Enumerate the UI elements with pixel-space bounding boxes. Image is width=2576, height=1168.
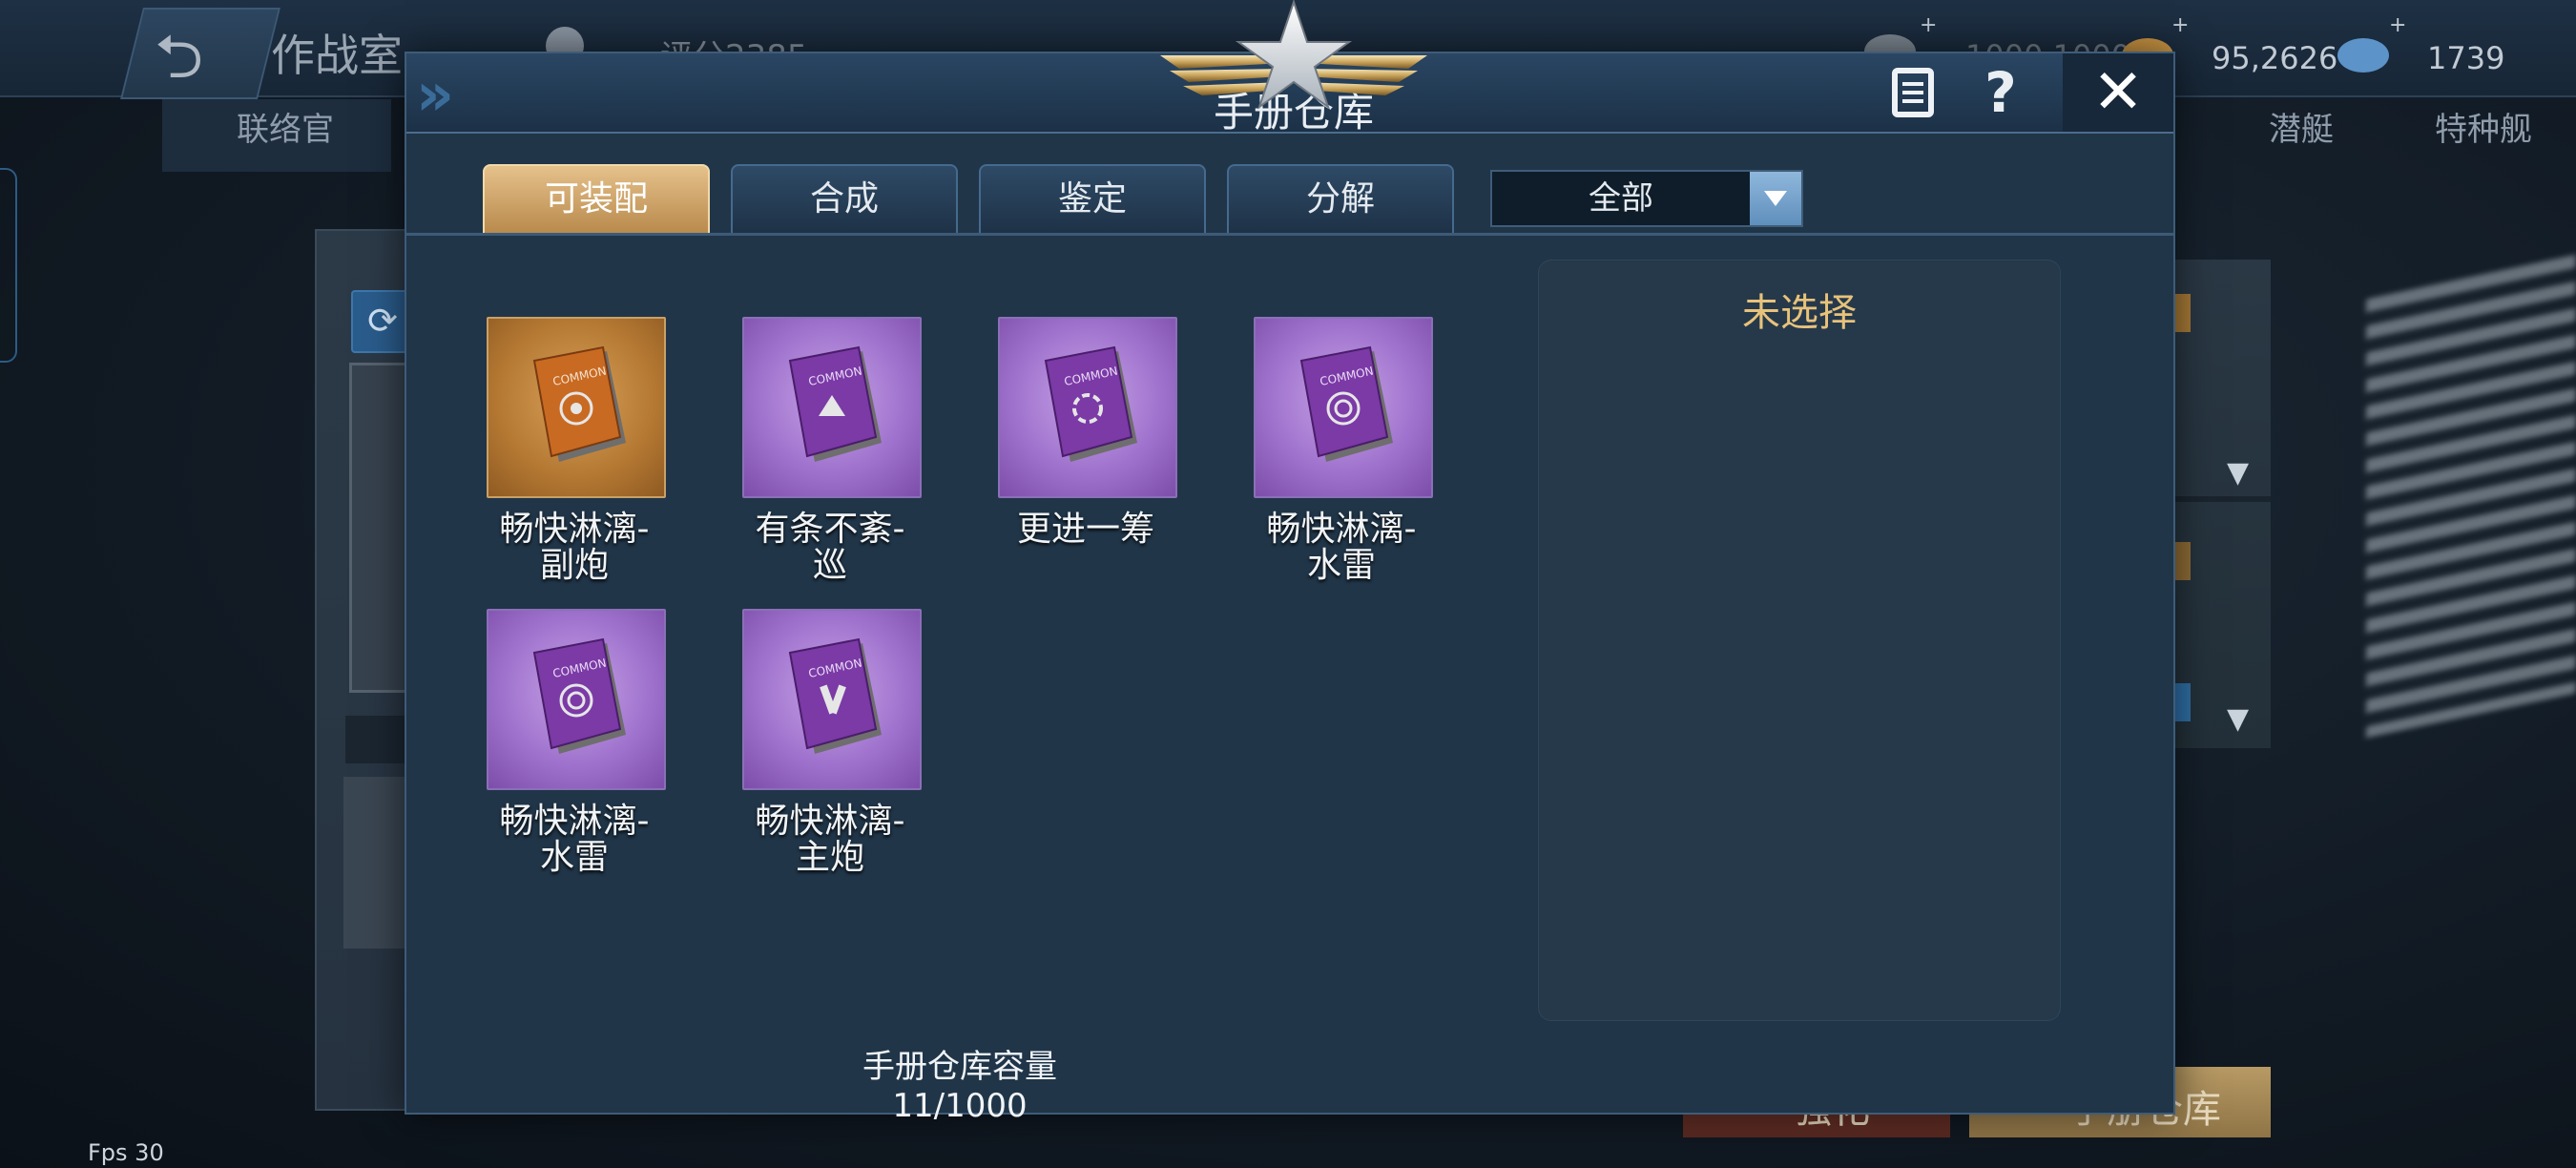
manual-item[interactable]: COMMON 畅快淋漓- 副炮 <box>469 317 679 603</box>
item-detail-panel: 未选择 <box>1538 260 2061 1021</box>
detail-title: 未选择 <box>1742 291 1857 335</box>
item-name: 更进一筹 <box>1016 510 1154 549</box>
item-name: 畅快淋漓- 水雷 <box>469 803 679 876</box>
manual-warehouse-dialog: » 手册仓库 ? ✕ 可装配 合成 鉴定 分解 全部 COMMON 畅快淋漓- … <box>405 0 2175 1125</box>
book-icon: COMMON <box>532 345 626 462</box>
star-emblem-icon <box>1160 0 1427 110</box>
item-thumbnail[interactable]: COMMON <box>487 317 666 498</box>
manual-item[interactable]: COMMON 更进一筹 <box>981 317 1191 603</box>
tab-equippable-active[interactable]: 可装配 <box>483 164 710 233</box>
subnav-special-ship[interactable]: 特种舰 <box>2435 103 2532 170</box>
item-name-line2: 水雷 <box>1306 546 1376 585</box>
window-blinds-light <box>2366 254 2576 739</box>
item-name-line1: 畅快淋漓- <box>499 510 650 549</box>
item-thumbnail[interactable]: COMMON <box>998 317 1177 498</box>
item-thumbnail[interactable]: COMMON <box>487 609 666 790</box>
chevron-down-icon[interactable] <box>1750 172 1801 225</box>
add-coin-button[interactable]: + <box>2171 13 2189 37</box>
cloud-gem-icon <box>2337 38 2389 73</box>
list-icon[interactable] <box>1885 63 1944 122</box>
add-gem-button[interactable]: + <box>2389 13 2406 37</box>
book-icon: COMMON <box>1299 345 1393 462</box>
side-handle[interactable] <box>0 168 17 363</box>
add-oil-button[interactable]: + <box>1920 13 1937 37</box>
background-divider <box>2170 496 2271 502</box>
page-title: 作战室 <box>271 30 403 81</box>
item-name-line2: 副炮 <box>539 546 609 585</box>
filter-value: 全部 <box>1589 179 1653 218</box>
background-panel-right <box>2170 260 2271 748</box>
book-icon: COMMON <box>788 345 882 462</box>
chevron-right-icon: » <box>416 59 454 129</box>
tab-synthesize[interactable]: 合成 <box>731 164 958 233</box>
filter-dropdown[interactable]: 全部 <box>1490 170 1803 227</box>
fps-counter: Fps 30 <box>88 1139 164 1166</box>
tab-divider <box>406 233 2173 236</box>
item-name-line2: 主炮 <box>795 838 864 877</box>
tab-label: 合成 <box>809 179 879 219</box>
tab-identify[interactable]: 鉴定 <box>979 164 1206 233</box>
item-name: 有条不紊- 巡 <box>725 511 935 584</box>
manual-item[interactable]: COMMON 畅快淋漓- 水雷 <box>1236 317 1446 603</box>
tab-decompose[interactable]: 分解 <box>1227 164 1454 233</box>
book-icon: COMMON <box>788 637 882 754</box>
item-name-line2: 巡 <box>812 546 847 585</box>
book-icon: COMMON <box>532 637 626 754</box>
subnav-liaison[interactable]: 联络官 <box>237 103 334 170</box>
chevron-down-icon[interactable]: ▼ <box>2227 702 2249 736</box>
item-thumbnail[interactable]: COMMON <box>742 317 922 498</box>
chevron-down-icon[interactable]: ▼ <box>2227 456 2249 490</box>
item-thumbnail[interactable]: COMMON <box>742 609 922 790</box>
manual-item[interactable]: COMMON 畅快淋漓- 水雷 <box>469 609 679 895</box>
close-icon[interactable]: ✕ <box>2063 53 2173 132</box>
item-name: 畅快淋漓- 主炮 <box>725 803 935 876</box>
item-name-line1: 畅快淋漓- <box>499 802 650 841</box>
subnav-submarine[interactable]: 潜艇 <box>2269 103 2334 170</box>
item-name: 畅快淋漓- 副炮 <box>469 511 679 584</box>
tab-label: 分解 <box>1305 179 1375 219</box>
item-thumbnail[interactable]: COMMON <box>1254 317 1433 498</box>
tab-label: 鉴定 <box>1057 179 1127 219</box>
manual-item[interactable]: COMMON 畅快淋漓- 主炮 <box>725 609 935 895</box>
item-name-line2: 水雷 <box>539 838 609 877</box>
book-icon: COMMON <box>1044 345 1137 462</box>
question-icon[interactable]: ? <box>1971 63 2030 122</box>
tab-label: 可装配 <box>544 179 648 219</box>
warehouse-capacity: 手册仓库容量11/1000 <box>862 1048 1057 1125</box>
item-name-line1: 畅快淋漓- <box>1266 510 1417 549</box>
dialog-header: » 手册仓库 ? ✕ <box>406 0 2173 136</box>
item-name-line1: 畅快淋漓- <box>755 802 905 841</box>
item-name: 畅快淋漓- 水雷 <box>1236 511 1446 584</box>
manual-item[interactable]: COMMON 有条不紊- 巡 <box>725 317 935 603</box>
item-name-line1: 有条不紊- <box>755 510 905 549</box>
gem-value: 1739 <box>2427 40 2505 76</box>
coin-value: 95,2626 <box>2212 40 2338 76</box>
